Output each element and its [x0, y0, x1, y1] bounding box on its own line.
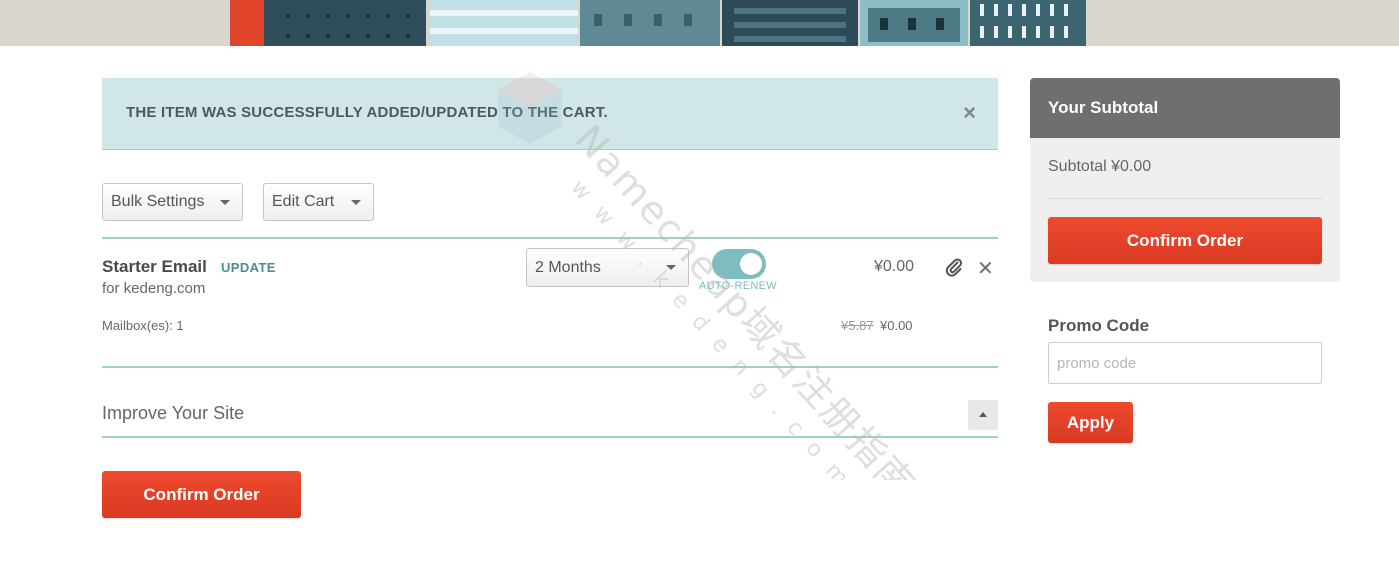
divider [1048, 198, 1322, 199]
banner-building [430, 0, 578, 46]
improve-site-heading[interactable]: Improve Your Site [102, 403, 244, 424]
auto-renew-toggle[interactable] [712, 249, 766, 279]
apply-button[interactable]: Apply [1048, 402, 1133, 443]
edit-cart-label: Edit Cart [272, 193, 335, 210]
collapse-button[interactable] [968, 400, 998, 430]
caret-down-icon [220, 200, 230, 205]
item-name: Starter Email [102, 257, 207, 276]
term-select-value: 2 Months [535, 259, 601, 276]
banner-building [722, 0, 858, 46]
mailbox-count: Mailbox(es): 1 [102, 318, 184, 333]
auto-renew-label: AUTO-RENEW [699, 280, 777, 292]
alert-message: THE ITEM WAS SUCCESSFULLY ADDED/UPDATED … [126, 104, 608, 121]
bulk-settings-label: Bulk Settings [111, 193, 205, 210]
watermark-brand: Namecheap域名注册指南 [566, 117, 924, 480]
toggle-knob [740, 253, 762, 275]
header-banner [0, 0, 1399, 46]
confirm-order-button[interactable]: Confirm Order [102, 471, 301, 518]
item-domain: for kedeng.com [102, 280, 206, 297]
caret-down-icon [666, 265, 676, 270]
banner-building [264, 0, 426, 46]
close-icon[interactable]: × [963, 100, 976, 126]
banner-building [230, 0, 264, 46]
bulk-settings-dropdown[interactable]: Bulk Settings [102, 183, 243, 221]
banner-building [970, 0, 1086, 46]
edit-cart-dropdown[interactable]: Edit Cart [263, 183, 374, 221]
caret-up-icon [979, 412, 987, 417]
subtotal-value: Subtotal ¥0.00 [1048, 158, 1152, 175]
original-price: ¥5.87 [841, 318, 874, 333]
item-price: ¥0.00 [874, 258, 915, 275]
watermark-site: www.kedeng.com [566, 175, 864, 480]
banner-stripe [430, 28, 578, 34]
divider [102, 366, 998, 368]
update-link[interactable]: UPDATE [221, 260, 276, 275]
promo-code-input[interactable] [1048, 342, 1322, 384]
subtotal-title: Your Subtotal [1030, 78, 1340, 138]
term-select[interactable]: 2 Months [526, 248, 689, 287]
promo-code-label: Promo Code [1048, 316, 1150, 335]
sidebar-confirm-order-button[interactable]: Confirm Order [1048, 217, 1322, 264]
paperclip-icon[interactable] [944, 257, 964, 277]
caret-down-icon [351, 200, 361, 205]
divider [102, 237, 998, 239]
banner-building [580, 0, 720, 46]
divider [102, 436, 998, 438]
success-alert: THE ITEM WAS SUCCESSFULLY ADDED/UPDATED … [102, 78, 998, 150]
remove-icon[interactable]: ✕ [977, 256, 994, 281]
discounted-price: ¥0.00 [880, 318, 913, 333]
banner-stripe [430, 10, 578, 16]
banner-building [868, 8, 960, 42]
